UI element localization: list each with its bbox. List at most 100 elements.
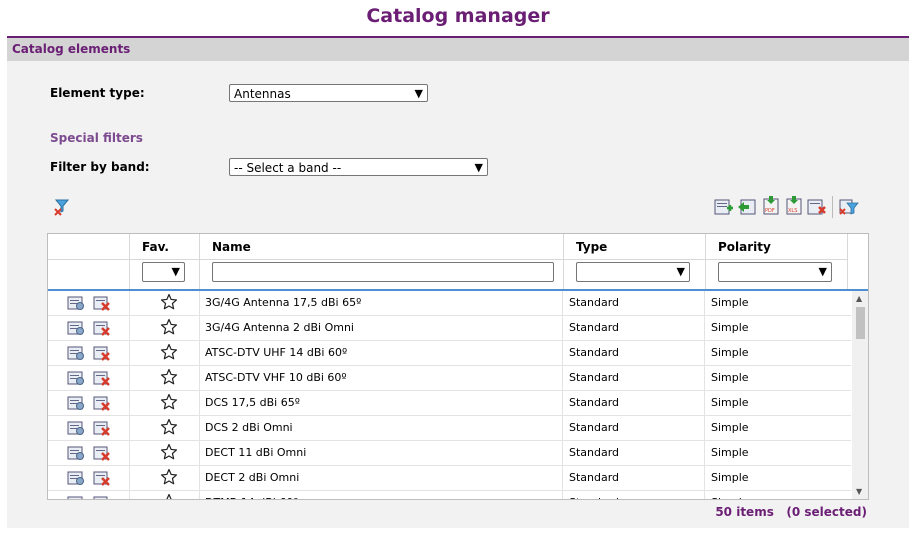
name-column-title: Name: [212, 240, 251, 254]
row-actions: [48, 441, 130, 465]
row-name: DCS 17,5 dBi 65º: [200, 391, 563, 415]
row-type: Standard: [564, 366, 705, 390]
row-actions: [48, 316, 130, 340]
grid-header: Fav. ▼ Name Type ▼ Polarity ▼: [48, 234, 868, 291]
grid-rows: 3G/4G Antenna 17,5 dBi 65º Standard Simple…: [48, 291, 851, 499]
chevron-down-icon: ▼: [171, 265, 180, 278]
import-icon[interactable]: [737, 198, 757, 216]
row-favorite: [130, 366, 200, 390]
row-type: Standard: [564, 466, 705, 490]
clear-filter-icon[interactable]: [53, 198, 73, 216]
row-type: Standard: [564, 391, 705, 415]
row-favorite: [130, 466, 200, 490]
row-name: 3G/4G Antenna 2 dBi Omni: [200, 316, 563, 340]
chevron-down-icon: ▼: [474, 161, 483, 174]
row-name: DECT 2 dBi Omni: [200, 466, 563, 490]
element-type-select[interactable]: Antennas ▼: [229, 84, 428, 102]
row-polarity: Simple: [711, 396, 749, 409]
row-polarity: Simple: [711, 346, 749, 359]
fav-column-title: Fav.: [142, 240, 169, 254]
items-total: 50 items: [715, 505, 774, 519]
row-type: Standard: [564, 416, 705, 440]
item-count: 50 items (0 selected): [715, 505, 867, 519]
row-favorite: [130, 441, 200, 465]
row-polarity: Simple: [711, 296, 749, 309]
type-filter-select[interactable]: ▼: [576, 262, 690, 282]
table-row[interactable]: DECT 11 dBi Omni Standard Simple: [48, 441, 851, 466]
band-label: Filter by band:: [50, 160, 150, 174]
row-type: Standard: [564, 441, 705, 465]
items-selected: (0 selected): [786, 505, 867, 519]
type-column-title: Type: [576, 240, 608, 254]
catalog-panel: Catalog elements Element type: Antennas …: [7, 36, 909, 528]
chevron-down-icon: ▼: [414, 87, 423, 100]
grid-scrollbar[interactable]: ▲ ▼: [852, 291, 868, 499]
row-name: DECT 11 dBi Omni: [200, 441, 563, 465]
table-row[interactable]: 3G/4G Antenna 17,5 dBi 65º Standard Simple: [48, 291, 851, 316]
row-actions: [48, 416, 130, 440]
table-row[interactable]: ATSC-DTV UHF 14 dBi 60º Standard Simple: [48, 341, 851, 366]
remove-icon[interactable]: [93, 495, 111, 499]
row-name: DTMB 14 dBi 60º: [200, 491, 563, 499]
page-title: Catalog manager: [366, 5, 550, 27]
special-filters-heading: Special filters: [50, 131, 143, 145]
row-polarity: Simple: [706, 491, 851, 499]
svg-text:PDF: PDF: [765, 208, 775, 214]
toolbar-divider: [832, 196, 833, 218]
table-row[interactable]: DTMB 14 dBi 60ºStandardSimple: [48, 491, 851, 499]
polarity-column-header[interactable]: Polarity ▼: [706, 234, 848, 289]
row-actions: [48, 491, 130, 499]
add-document-icon[interactable]: [714, 198, 734, 216]
scroll-down-icon[interactable]: ▼: [856, 487, 862, 496]
export-xls-icon[interactable]: XLS: [784, 196, 804, 215]
band-select-value: -- Select a band --: [234, 161, 342, 175]
polarity-filter-select[interactable]: ▼: [718, 262, 832, 282]
delete-document-icon[interactable]: [807, 198, 827, 216]
name-column-header[interactable]: Name: [200, 234, 564, 289]
table-row[interactable]: DECT 2 dBi Omni Standard Simple: [48, 466, 851, 491]
row-type: Standard: [564, 491, 705, 499]
fav-filter-select[interactable]: ▼: [142, 262, 185, 282]
row-polarity: Simple: [711, 471, 749, 484]
chevron-down-icon: ▼: [818, 265, 827, 278]
table-row[interactable]: DCS 17,5 dBi 65º Standard Simple: [48, 391, 851, 416]
type-column-header[interactable]: Type ▼: [564, 234, 706, 289]
element-type-value: Antennas: [234, 87, 291, 101]
row-polarity: Simple: [711, 371, 749, 384]
row-actions: [48, 466, 130, 490]
row-favorite: [130, 416, 200, 440]
element-type-label: Element type:: [50, 86, 145, 100]
scroll-up-icon[interactable]: ▲: [856, 294, 862, 303]
table-row[interactable]: DCS 2 dBi Omni Standard Simple: [48, 416, 851, 441]
polarity-column-title: Polarity: [718, 240, 771, 254]
band-select[interactable]: -- Select a band -- ▼: [229, 158, 488, 176]
row-type: Standard: [564, 341, 705, 365]
row-name: DCS 2 dBi Omni: [200, 416, 563, 440]
catalog-grid: Fav. ▼ Name Type ▼ Polarity ▼ 3G/4G Ante…: [47, 233, 869, 500]
row-favorite: [130, 291, 200, 315]
row-type: Standard: [564, 316, 705, 340]
row-actions: [48, 391, 130, 415]
table-row[interactable]: 3G/4G Antenna 2 dBi Omni Standard Simple: [48, 316, 851, 341]
row-actions: [48, 366, 130, 390]
row-name: ATSC-DTV VHF 10 dBi 60º: [200, 366, 563, 390]
row-polarity: Simple: [711, 421, 749, 434]
row-favorite: [130, 316, 200, 340]
chevron-down-icon: ▼: [676, 265, 685, 278]
svg-text:XLS: XLS: [788, 208, 797, 214]
settings-filter-icon[interactable]: [839, 198, 859, 216]
row-name: ATSC-DTV UHF 14 dBi 60º: [200, 341, 563, 365]
row-polarity: Simple: [711, 446, 749, 459]
star-outline-icon[interactable]: [160, 493, 178, 499]
edit-settings-icon[interactable]: [67, 495, 85, 499]
name-filter-input[interactable]: [212, 262, 554, 282]
fav-column-header[interactable]: Fav. ▼: [130, 234, 200, 289]
row-type: Standard: [564, 291, 705, 315]
scroll-thumb[interactable]: [856, 307, 865, 339]
row-name: 3G/4G Antenna 17,5 dBi 65º: [200, 291, 563, 315]
row-favorite: [130, 391, 200, 415]
table-row[interactable]: ATSC-DTV VHF 10 dBi 60º Standard Simple: [48, 366, 851, 391]
export-pdf-icon[interactable]: PDF: [761, 196, 781, 215]
row-actions: [48, 341, 130, 365]
row-actions: [48, 291, 130, 315]
